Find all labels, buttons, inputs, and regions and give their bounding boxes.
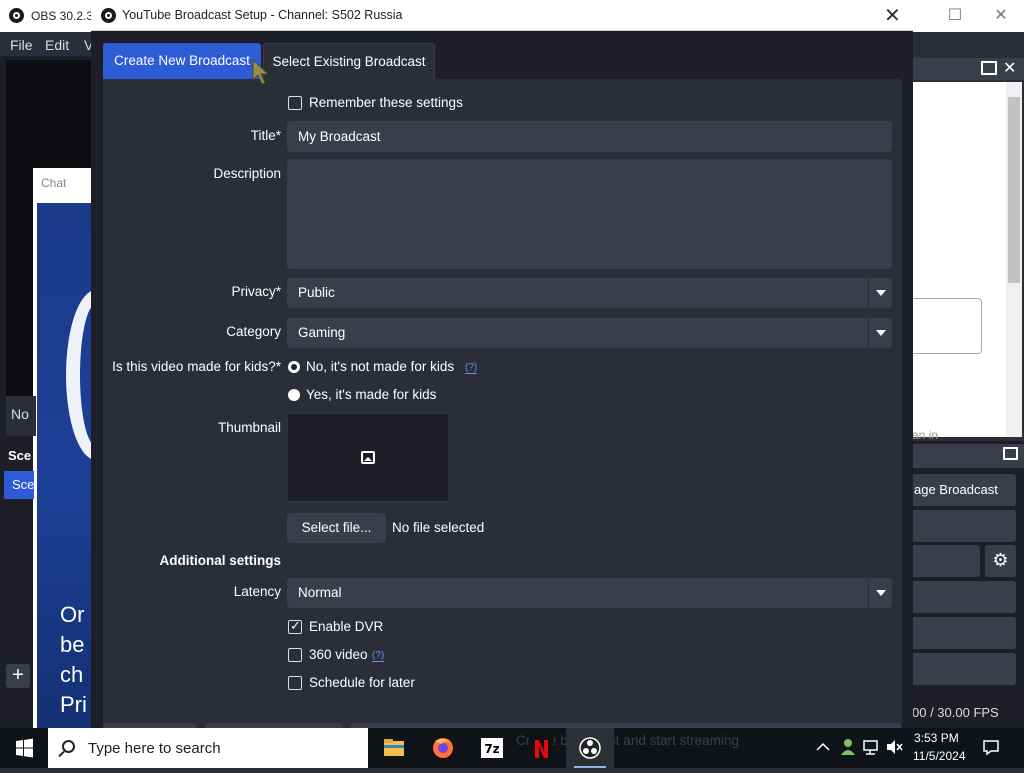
right-dock-input[interactable] <box>912 298 982 354</box>
thumbnail-label: Thumbnail <box>217 420 281 435</box>
description-textarea[interactable] <box>287 159 892 269</box>
dialog-title: YouTube Broadcast Setup - Channel: S502 … <box>122 8 403 22</box>
undock-icon[interactable] <box>1003 447 1018 460</box>
obs-taskbar-button[interactable] <box>566 728 614 768</box>
user-status-icon[interactable] <box>838 737 858 757</box>
taskbar-search-placeholder: Type here to search <box>88 740 221 757</box>
obs-logo-icon <box>9 8 24 23</box>
menu-edit[interactable]: Edit <box>45 37 69 53</box>
chevron-down-icon[interactable] <box>868 578 892 608</box>
description-label: Description <box>213 166 281 181</box>
add-scene-button[interactable]: + <box>6 664 30 688</box>
close-icon[interactable]: ✕ <box>978 0 1024 32</box>
scene-list-item[interactable]: Sce <box>4 471 34 499</box>
windows-start-icon[interactable] <box>0 728 48 768</box>
firefox-icon[interactable] <box>419 728 467 768</box>
notifications-icon[interactable] <box>981 737 1001 757</box>
category-value: Gaming <box>298 325 346 340</box>
right-dock-text: an in <box>912 428 939 442</box>
made-for-kids-radio[interactable] <box>288 389 300 401</box>
title-label: Title* <box>250 128 281 143</box>
360-video-label: 360 video <box>309 647 368 662</box>
manage-broadcast-button[interactable]: age Broadcast <box>912 474 1016 506</box>
remember-settings-checkbox[interactable] <box>288 96 302 110</box>
search-icon <box>62 740 75 753</box>
controls-button[interactable] <box>912 545 980 577</box>
network-icon[interactable] <box>861 737 881 757</box>
schedule-later-checkbox[interactable] <box>288 676 302 690</box>
right-dock-scroll-thumb[interactable] <box>1008 97 1020 283</box>
chat-dock-title: Chat <box>41 176 67 190</box>
controls-button[interactable] <box>912 510 1016 542</box>
menu-file[interactable]: File <box>10 37 33 53</box>
obs-icon <box>579 737 601 759</box>
svg-text:7z: 7z <box>484 742 499 756</box>
volume-muted-icon[interactable] <box>884 737 904 757</box>
made-for-kids-option-label: Yes, it's made for kids <box>306 387 437 402</box>
latency-label: Latency <box>233 584 281 599</box>
obs-window-title: OBS 30.2.3 <box>31 9 94 23</box>
privacy-value: Public <box>298 285 335 300</box>
made-for-kids-label: Is this video made for kids?* <box>112 359 281 374</box>
privacy-select[interactable]: Public <box>287 278 892 308</box>
mouse-cursor-icon <box>252 58 270 85</box>
360-video-checkbox[interactable] <box>288 648 302 662</box>
7zip-icon[interactable]: 7z <box>468 728 516 768</box>
dialog-close-icon[interactable]: ✕ <box>884 3 901 28</box>
controls-button[interactable] <box>912 617 1016 649</box>
privacy-label: Privacy* <box>231 284 281 299</box>
tab-create-new-broadcast[interactable]: Create New Broadcast <box>103 43 261 79</box>
netflix-icon[interactable] <box>517 728 565 768</box>
kids-help-link[interactable]: (?) <box>465 363 478 374</box>
preview-status-label: No <box>6 396 36 436</box>
image-icon <box>361 451 375 464</box>
latency-value: Normal <box>298 585 342 600</box>
not-made-for-kids-label: No, it's not made for kids <box>306 359 455 374</box>
360-help-link[interactable]: (?) <box>372 651 385 662</box>
category-select[interactable]: Gaming <box>287 318 892 348</box>
latency-select[interactable]: Normal <box>287 578 892 608</box>
remember-settings-label: Remember these settings <box>309 95 463 110</box>
obs-logo-icon <box>101 8 116 23</box>
taskbar-time[interactable]: 3:53 PM <box>914 731 959 745</box>
undock-icon[interactable] <box>981 61 997 75</box>
chevron-up-icon[interactable] <box>814 738 832 756</box>
controls-button[interactable] <box>912 581 1016 613</box>
gear-icon[interactable]: ⚙ <box>985 545 1016 577</box>
file-explorer-icon[interactable] <box>370 728 418 768</box>
schedule-later-label: Schedule for later <box>309 675 415 690</box>
chevron-down-icon[interactable] <box>868 318 892 348</box>
fps-status: 00 / 30.00 FPS <box>912 705 999 720</box>
enable-dvr-checkbox[interactable] <box>288 618 302 634</box>
controls-button[interactable] <box>912 653 1016 685</box>
tab-select-existing-broadcast[interactable]: Select Existing Broadcast <box>263 43 435 79</box>
chat-promo-text: Or be ch Pri <box>60 602 87 717</box>
taskbar-date[interactable]: 11/5/2024 <box>913 749 966 763</box>
title-input[interactable]: My Broadcast <box>287 121 892 152</box>
scenes-dock-title: Sce <box>8 448 32 463</box>
not-made-for-kids-radio[interactable] <box>288 361 300 373</box>
file-status-label: No file selected <box>392 520 485 535</box>
right-dock-content <box>912 82 1006 437</box>
chevron-down-icon[interactable] <box>868 278 892 308</box>
dock-close-icon[interactable]: ✕ <box>1003 58 1016 78</box>
additional-settings-heading: Additional settings <box>159 553 282 568</box>
enable-dvr-label: Enable DVR <box>309 619 384 634</box>
select-file-button[interactable]: Select file... <box>287 513 386 543</box>
maximize-icon[interactable]: ☐ <box>932 0 978 32</box>
category-label: Category <box>226 324 281 339</box>
